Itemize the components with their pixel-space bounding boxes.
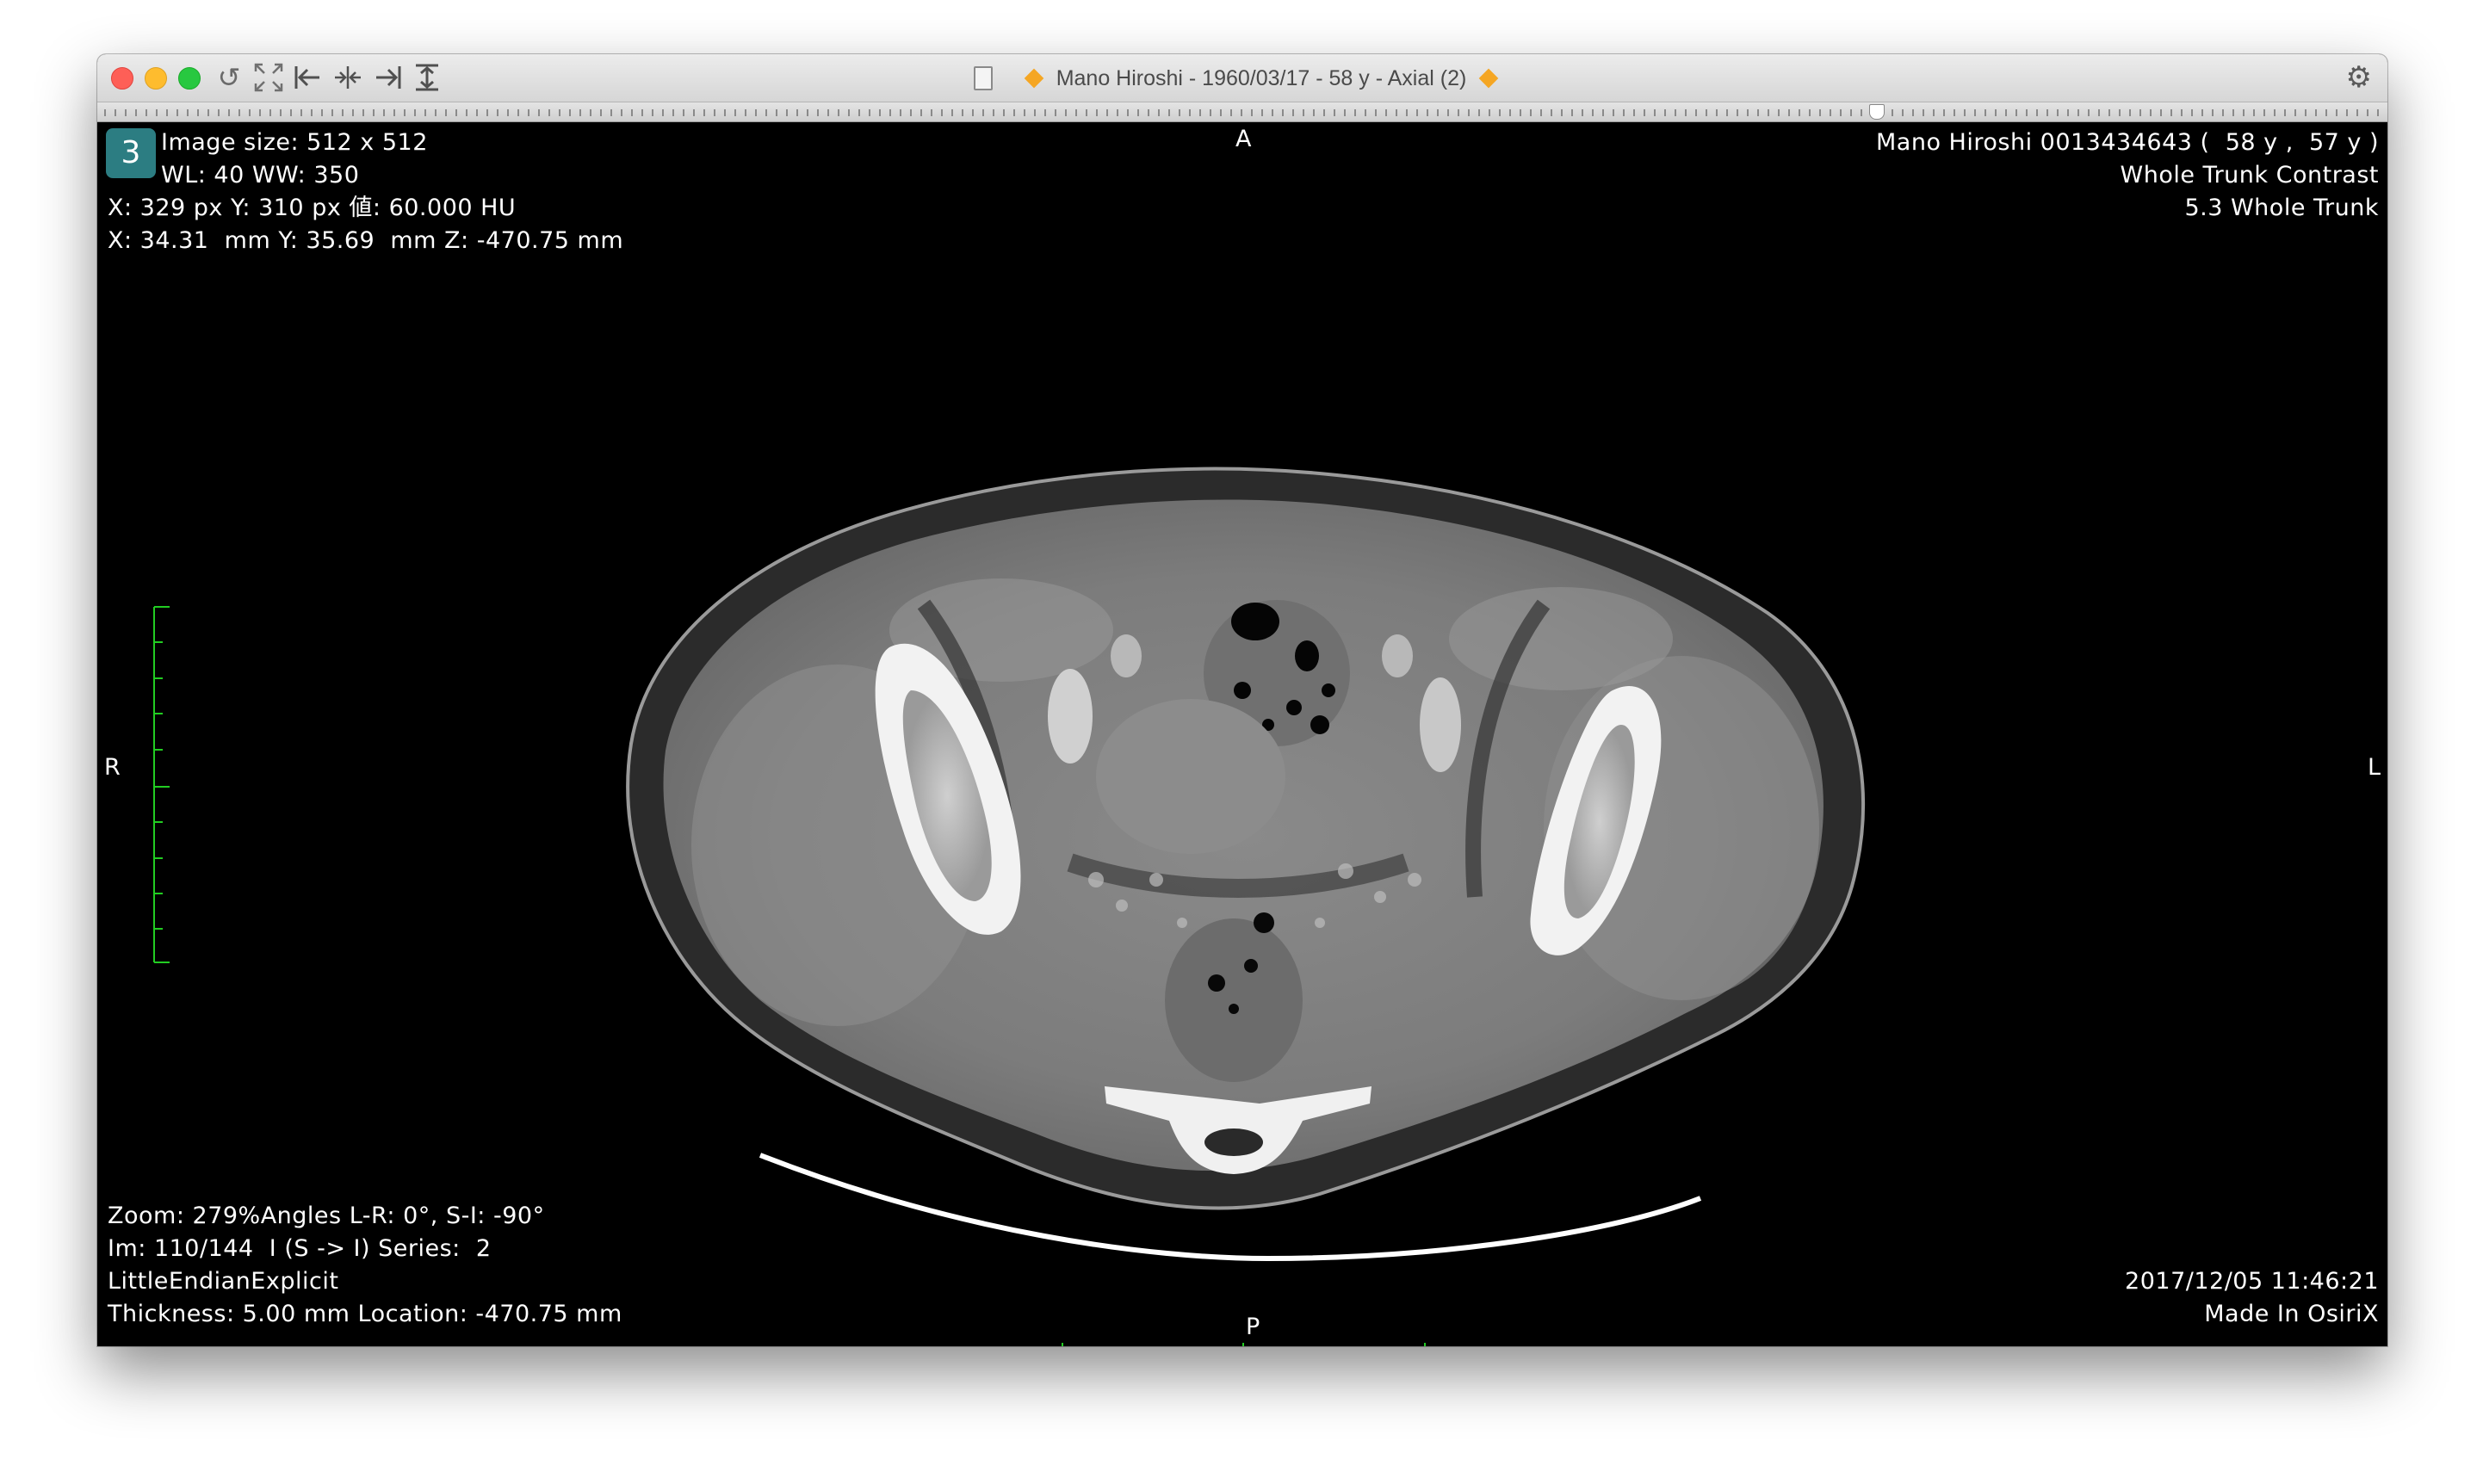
- last-image-icon[interactable]: [371, 61, 404, 94]
- diamond-right-icon: [1478, 69, 1499, 89]
- orientation-posterior: P: [1246, 1314, 1260, 1340]
- diamond-left-icon: [1024, 69, 1044, 89]
- pixel-coordinates-text: X: 329 px Y: 310 px 値: 60.000 HU: [108, 195, 517, 221]
- window-level-text: WL: 40 WW: 350: [161, 162, 360, 189]
- series-number-badge: 3: [106, 128, 156, 178]
- zoom-window-button[interactable]: [178, 67, 201, 90]
- fullscreen-icon[interactable]: [252, 61, 285, 94]
- series-description-text: 5.3 Whole Trunk: [2184, 195, 2379, 221]
- image-size-text: Image size: 512 x 512: [161, 129, 428, 156]
- image-index-text: Im: 110/144 I (S -> I) Series: 2: [108, 1235, 492, 1262]
- transfer-syntax-text: LittleEndianExplicit: [108, 1268, 339, 1295]
- zoom-angles-text: Zoom: 279%Angles L-R: 0°, S-I: -90°: [108, 1203, 545, 1229]
- ct-image: [153, 467, 1866, 1346]
- study-description-text: Whole Trunk Contrast: [2120, 162, 2379, 189]
- slider-thumb[interactable]: [1868, 104, 1885, 120]
- thickness-location-text: Thickness: 5.00 mm Location: -470.75 mm: [108, 1301, 622, 1327]
- minimize-window-button[interactable]: [145, 67, 167, 90]
- stack-icon[interactable]: [411, 61, 443, 94]
- viewer-window: ↺ Mano Hiroshi - 1960/03/17 - 58 y - Axi…: [97, 54, 2387, 1346]
- horizontal-scale-bar: [1062, 1343, 1426, 1346]
- settings-gear-icon[interactable]: ⚙: [2346, 61, 2372, 94]
- first-image-icon[interactable]: [292, 61, 325, 94]
- title-bar[interactable]: ↺ Mano Hiroshi - 1960/03/17 - 58 y - Axi…: [97, 54, 2387, 102]
- image-viewport[interactable]: 3 Image size: 512 x 512 WL: 40 WW: 350 X…: [97, 122, 2387, 1346]
- sync-icon[interactable]: [331, 61, 364, 94]
- patient-info-text: Mano Hiroshi 0013434643 ( 58 y , 57 y ): [1876, 129, 2379, 156]
- window-title-text: Mano Hiroshi - 1960/03/17 - 58 y - Axial…: [1056, 65, 1467, 90]
- mm-coordinates-text: X: 34.31 mm Y: 35.69 mm Z: -470.75 mm: [108, 227, 624, 254]
- document-icon: [973, 66, 993, 91]
- acquisition-datetime-text: 2017/12/05 11:46:21: [2125, 1268, 2379, 1295]
- orientation-anterior: A: [1235, 126, 1252, 152]
- slider-ticks: [104, 109, 2381, 116]
- vertical-scale-bar: [153, 606, 170, 963]
- image-slider[interactable]: [97, 102, 2387, 122]
- reset-icon[interactable]: ↺: [213, 61, 245, 94]
- made-in-osirix-text: Made In OsiriX: [2204, 1301, 2379, 1327]
- orientation-right: R: [104, 754, 121, 781]
- close-window-button[interactable]: [111, 67, 133, 90]
- orientation-left: L: [2367, 754, 2381, 781]
